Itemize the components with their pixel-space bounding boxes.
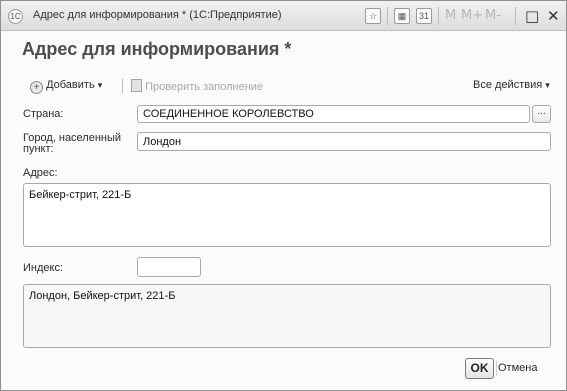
form-title: Адрес для информирования * (22, 39, 292, 59)
all-actions-label: Все действия (473, 79, 543, 91)
footer-divider (496, 361, 497, 376)
cancel-button[interactable]: Отмена (498, 362, 537, 374)
address-presentation-textarea[interactable]: Лондон, Бейкер-стрит, 221-Б (23, 284, 551, 348)
window-title: Адрес для информирования * (1С:Предприят… (33, 9, 282, 21)
choose-country-button[interactable]: ... (532, 105, 551, 123)
memory-button[interactable]: M (445, 8, 456, 23)
index-label: Индекс: (23, 262, 64, 274)
ok-button[interactable]: OK (465, 358, 494, 379)
city-field[interactable]: Лондон (137, 132, 551, 151)
toolbar-divider (387, 7, 388, 25)
calculator-icon[interactable]: ▦ (394, 8, 410, 24)
memory-plus-button[interactable]: M+ (461, 8, 483, 23)
command-divider (122, 79, 123, 93)
toolbar-divider (438, 7, 439, 25)
memory-minus-button[interactable]: M- (485, 8, 501, 23)
favorites-icon[interactable]: ☆ (365, 8, 381, 24)
check-fill-label: Проверить заполнение (145, 81, 264, 93)
calendar-icon[interactable]: 31 (416, 8, 432, 24)
address-textarea[interactable]: Бейкер-стрит, 221-Б (23, 183, 551, 247)
country-label: Страна: (23, 108, 64, 120)
check-document-icon (131, 79, 142, 92)
toolbar-divider (515, 7, 516, 25)
city-label: Город, населенный пункт: (23, 132, 122, 155)
add-button[interactable]: + Добавить ▾ (30, 79, 102, 94)
all-actions-menu[interactable]: Все действия ▾ (473, 79, 550, 91)
address-label: Адрес: (23, 167, 58, 179)
chevron-down-icon: ▾ (97, 80, 103, 90)
app-logo-icon[interactable]: 1С (8, 9, 23, 24)
add-icon: + (30, 81, 43, 94)
country-field[interactable]: СОЕДИНЕННОЕ КОРОЛЕВСТВО (137, 105, 530, 123)
add-button-label: Добавить (46, 79, 95, 91)
chevron-down-icon: ▾ (545, 80, 550, 90)
address-window: 1С Адрес для информирования * (1С:Предпр… (0, 0, 567, 391)
check-fill-button[interactable]: Проверить заполнение (131, 79, 263, 93)
close-icon[interactable]: ✕ (547, 7, 560, 25)
restore-window-icon[interactable]: □ (525, 7, 539, 25)
title-bar: 1С Адрес для информирования * (1С:Предпр… (1, 1, 566, 31)
index-field[interactable] (137, 257, 201, 277)
